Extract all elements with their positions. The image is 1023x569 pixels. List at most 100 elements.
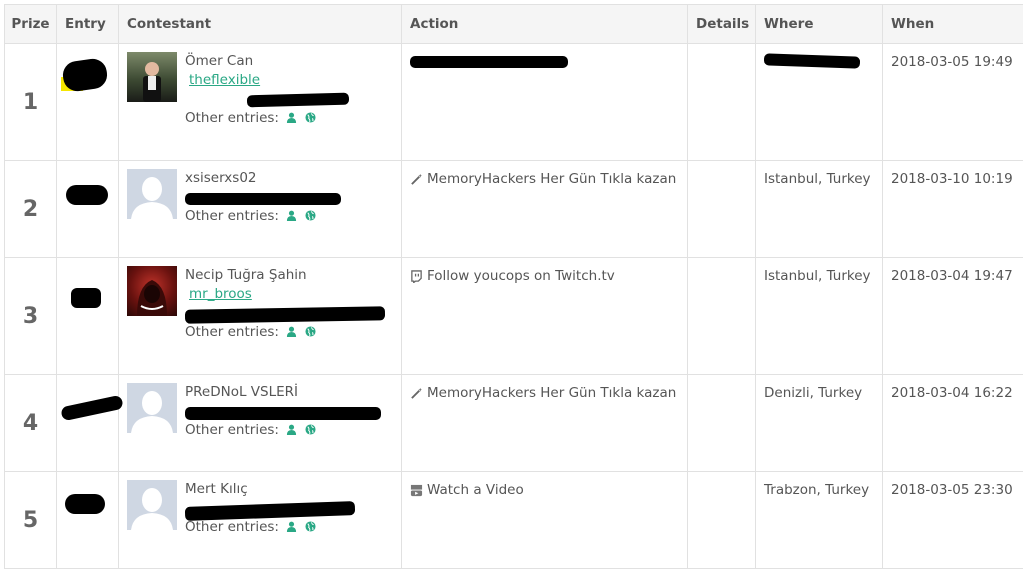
other-entries: Other entries: [185,207,316,226]
avatar[interactable] [127,383,177,433]
redaction-mark [247,93,349,108]
magic-wand-icon [410,387,423,400]
action-cell: Follow youcops on Twitch.tv [402,258,688,375]
redaction-mark [65,494,105,514]
prize-cell: 3 [5,258,57,375]
action-cell: Watch a Video [402,472,688,569]
action-cell [402,44,688,161]
prize-cell: 2 [5,161,57,258]
globe-icon[interactable] [305,210,316,221]
col-header-entry[interactable]: Entry [57,5,119,44]
when-label: 2018-03-05 23:30 [883,472,1023,569]
other-entries-label: Other entries: [185,208,279,224]
other-entries: Other entries: [185,421,316,440]
redaction-mark [185,407,381,420]
user-icon[interactable] [286,112,297,123]
entry-cell [57,44,119,161]
other-entries-label: Other entries: [185,324,279,340]
globe-icon[interactable] [305,326,316,337]
user-icon[interactable] [286,424,297,435]
default-avatar-icon [127,169,177,219]
other-entries-label: Other entries: [185,110,279,126]
avatar[interactable] [127,169,177,219]
user-icon[interactable] [286,326,297,337]
when-label: 2018-03-10 10:19 [883,161,1023,258]
avatar[interactable] [127,266,177,316]
redaction-mark [66,185,108,205]
other-entries: Other entries: [185,518,316,537]
redaction-mark [410,56,568,68]
contestant-cell: xsiserxs02 Other entries: [119,161,402,258]
where-label: Denizli, Turkey [756,375,883,472]
col-header-where[interactable]: Where [756,5,883,44]
globe-icon[interactable] [305,424,316,435]
default-avatar-icon [127,383,177,433]
avatar[interactable] [127,480,177,530]
redaction-mark [71,288,101,308]
entries-table: Prize Entry Contestant Action Details Wh… [4,4,1023,569]
contestant-name: Necip Tuğra Şahin [185,266,316,285]
details-cell [688,375,756,472]
contestant-cell: Necip Tuğra Şahin mr_broos Other entries… [119,258,402,375]
globe-icon[interactable] [305,112,316,123]
col-header-prize[interactable]: Prize [5,5,57,44]
table-row: 1 Ömer Can theflexible [5,44,1023,161]
table-row: 3 Necip Tuğra Şahin mr_broos [5,258,1023,375]
action-label[interactable]: MemoryHackers Her Gün Tıkla kazan [427,171,676,187]
contestant-info: Mert Kılıç Other entries: [185,480,316,537]
magic-wand-icon [410,173,423,186]
table-row: 5 Mert Kılıç [5,472,1023,569]
where-label: Istanbul, Turkey [756,161,883,258]
globe-icon[interactable] [305,521,316,532]
contestant-handle-link[interactable]: theflexible [185,72,260,88]
when-label: 2018-03-04 16:22 [883,375,1023,472]
entry-cell [57,375,119,472]
details-cell [688,44,756,161]
action-cell: MemoryHackers Her Gün Tıkla kazan [402,375,688,472]
other-entries-label: Other entries: [185,519,279,535]
contestant-info: xsiserxs02 Other entries: [185,169,316,226]
contestant-name: Mert Kılıç [185,480,316,499]
contestant-info: PReDNoL VSLERİ Other entries: [185,383,316,440]
action-label[interactable]: Watch a Video [427,482,524,498]
prize-cell: 1 [5,44,57,161]
action-label[interactable]: Follow youcops on Twitch.tv [427,268,615,284]
details-cell [688,161,756,258]
contestant-cell: PReDNoL VSLERİ Other entries: [119,375,402,472]
entry-cell [57,161,119,258]
contestant-name: PReDNoL VSLERİ [185,383,316,402]
other-entries-label: Other entries: [185,422,279,438]
contestant-name: Ömer Can [185,52,316,71]
avatar[interactable] [127,52,177,102]
redaction-mark [185,193,341,205]
redaction-mark [60,395,124,422]
prize-cell: 4 [5,375,57,472]
user-icon[interactable] [286,210,297,221]
default-avatar-icon [127,480,177,530]
action-label[interactable]: MemoryHackers Her Gün Tıkla kazan [427,385,676,401]
col-header-action[interactable]: Action [402,5,688,44]
where-label: Istanbul, Turkey [756,258,883,375]
prize-cell: 5 [5,472,57,569]
contestant-name: xsiserxs02 [185,169,316,188]
details-cell [688,258,756,375]
header-row: Prize Entry Contestant Action Details Wh… [5,5,1023,44]
redaction-mark [61,57,109,93]
action-cell: MemoryHackers Her Gün Tıkla kazan [402,161,688,258]
other-entries: Other entries: [185,323,316,342]
redaction-mark [764,53,860,68]
col-header-contestant[interactable]: Contestant [119,5,402,44]
user-icon[interactable] [286,521,297,532]
contestant-cell: Ömer Can theflexible Other entries: [119,44,402,161]
table-row: 4 PReDNoL VSLERİ [5,375,1023,472]
col-header-when[interactable]: When [883,5,1023,44]
contestant-cell: Mert Kılıç Other entries: [119,472,402,569]
col-header-details[interactable]: Details [688,5,756,44]
contestant-handle-link[interactable]: mr_broos [185,286,252,302]
when-label: 2018-03-04 19:47 [883,258,1023,375]
other-entries: Other entries: [185,109,316,128]
contestant-info: Ömer Can theflexible Other entries: [185,52,316,128]
entry-cell [57,472,119,569]
twitch-icon [410,270,423,283]
youtube-icon [410,484,423,497]
